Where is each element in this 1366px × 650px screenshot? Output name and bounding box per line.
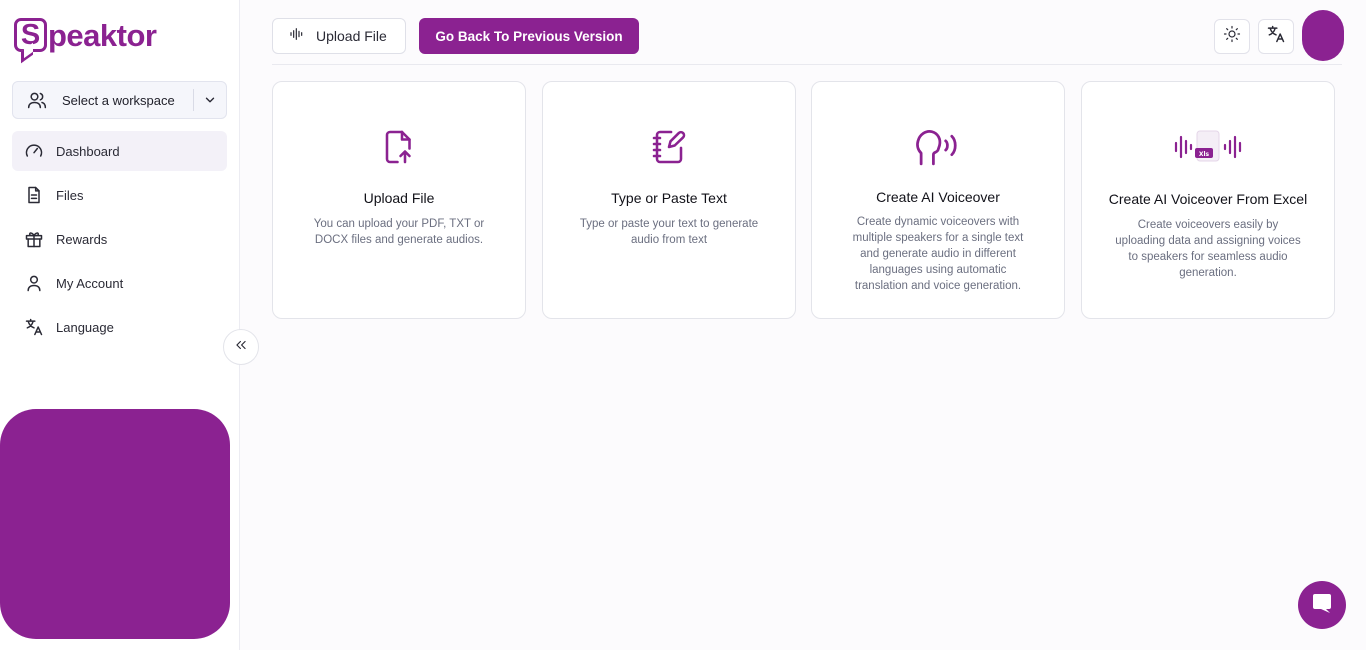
- speaktor-logo[interactable]: S peaktor: [14, 12, 157, 58]
- sidebar-item-label: Language: [56, 319, 114, 335]
- sidebar-item-rewards[interactable]: Rewards: [12, 219, 227, 259]
- chevron-down-icon[interactable]: [194, 93, 226, 107]
- audio-wave-icon: [289, 26, 305, 47]
- logo-text: peaktor: [48, 17, 157, 53]
- theme-toggle-button[interactable]: [1214, 19, 1250, 54]
- sidebar-item-dashboard[interactable]: Dashboard: [12, 131, 227, 171]
- sidebar-item-label: My Account: [56, 275, 124, 291]
- card-title: Create AI Voiceover: [876, 189, 1000, 205]
- logo-mark-icon: S: [14, 18, 47, 52]
- language-button[interactable]: [1258, 19, 1294, 54]
- upload-file-button-label: Upload File: [316, 28, 387, 44]
- chat-bubble-icon: [1310, 591, 1334, 620]
- gift-icon: [23, 228, 45, 250]
- head-voice-icon: [812, 126, 1064, 168]
- sidebar-item-label: Rewards: [56, 231, 108, 247]
- promo-banner[interactable]: [0, 409, 230, 639]
- sidebar-item-my-account[interactable]: My Account: [12, 263, 227, 303]
- card-title: Type or Paste Text: [611, 190, 727, 206]
- user-icon: [23, 272, 45, 294]
- gauge-icon: [23, 140, 45, 162]
- collapse-sidebar-button[interactable]: [223, 329, 259, 365]
- excel-icon-label: Xls: [1199, 151, 1210, 158]
- top-bar: Upload File Go Back To Previous Version: [272, 0, 1344, 65]
- create-ai-voiceover-from-excel-card[interactable]: Xls Create AI Voiceover From Excel Creat…: [1081, 81, 1335, 319]
- workspace-select-label: Select a workspace: [62, 92, 175, 108]
- sidebar: S peaktor Select a workspace Dashboard F…: [0, 0, 240, 650]
- sidebar-item-language[interactable]: Language: [12, 307, 227, 347]
- card-description: Create dynamic voiceovers with multiple …: [852, 216, 1024, 292]
- upload-file-card[interactable]: Upload File You can upload your PDF, TXT…: [272, 81, 526, 319]
- workspace-select[interactable]: Select a workspace: [12, 81, 227, 119]
- card-title: Create AI Voiceover From Excel: [1108, 191, 1308, 207]
- type-or-paste-text-card[interactable]: Type or Paste Text Type or paste your te…: [542, 81, 796, 319]
- card-description: Type or paste your text to generate audi…: [579, 218, 759, 246]
- card-title: Upload File: [363, 190, 435, 206]
- sidebar-item-label: Dashboard: [56, 143, 120, 159]
- go-back-previous-version-button[interactable]: Go Back To Previous Version: [419, 18, 639, 54]
- notebook-pen-icon: [543, 126, 795, 168]
- file-text-icon: [23, 184, 45, 206]
- card-description: You can upload your PDF, TXT or DOCX fil…: [313, 218, 485, 246]
- sun-icon: [1223, 25, 1241, 48]
- sidebar-nav: Dashboard Files Rewards My Account Langu…: [12, 131, 227, 351]
- upload-file-button[interactable]: Upload File: [272, 18, 406, 54]
- chat-button[interactable]: [1298, 581, 1346, 629]
- feature-cards: Upload File You can upload your PDF, TXT…: [272, 81, 1335, 319]
- file-upload-icon: [273, 126, 525, 168]
- card-description: Create voiceovers easily by uploading da…: [1115, 219, 1301, 279]
- create-ai-voiceover-card[interactable]: Create AI Voiceover Create dynamic voice…: [811, 81, 1065, 319]
- double-chevron-left-icon: [234, 338, 248, 357]
- sidebar-item-label: Files: [56, 187, 84, 203]
- users-icon: [25, 88, 49, 112]
- translate-icon: [23, 316, 45, 338]
- avatar[interactable]: [1302, 10, 1344, 61]
- translate-icon: [1266, 24, 1286, 49]
- sidebar-item-files[interactable]: Files: [12, 175, 227, 215]
- excel-audio-icon: Xls: [1082, 126, 1334, 168]
